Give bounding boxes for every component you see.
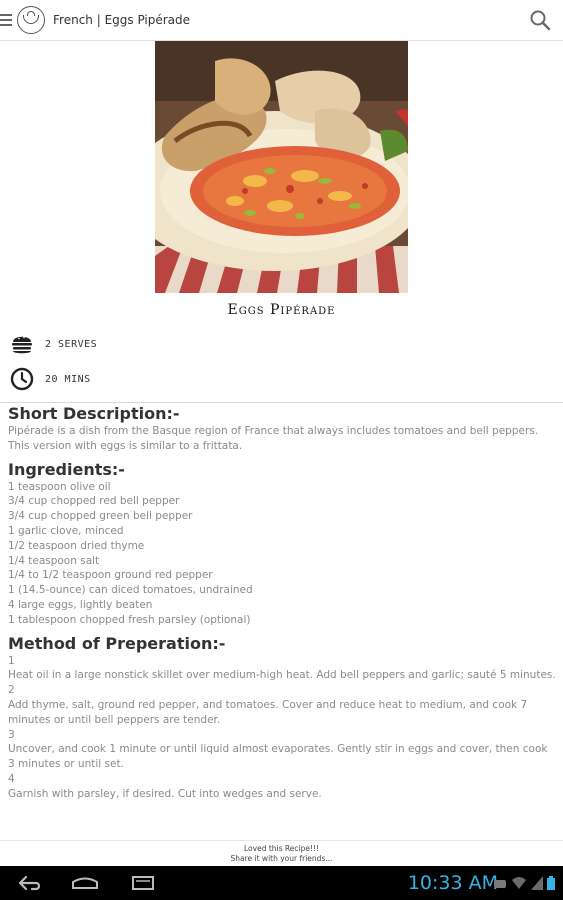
list-item: 3/4 cup chopped green bell pepper	[8, 510, 193, 523]
battery-icon	[547, 876, 555, 890]
burger-icon	[12, 336, 32, 354]
app-bar: French | Eggs Pipérade	[0, 0, 563, 41]
recipe-image	[155, 41, 408, 293]
list-item: 1/4 teaspoon salt	[8, 554, 100, 567]
method-heading: Method of Preperation:-	[8, 633, 226, 653]
method-section: Method of Preperation:- 1 Heat oil in a …	[8, 634, 556, 802]
step-text: Garnish with parsley, if desired. Cut in…	[8, 787, 322, 800]
status-icons	[493, 876, 555, 890]
ingredients-section: Ingredients:- 1 teaspoon olive oil 3/4 c…	[8, 460, 556, 628]
page-title: French | Eggs Pipérade	[53, 13, 191, 27]
serves-row: 2 SERVES	[10, 332, 97, 356]
app-logo-icon[interactable]	[17, 6, 45, 34]
share-line-2: Share it with your friends...	[230, 854, 333, 863]
time-row: 20 MINS	[10, 367, 91, 391]
serves-text: 2 SERVES	[45, 338, 98, 350]
list-item: 1 teaspoon olive oil	[8, 480, 111, 493]
divider	[0, 402, 563, 403]
step-number: 4	[8, 772, 15, 785]
step-text: Uncover, and cook 1 minute or until liqu…	[8, 743, 548, 771]
step-text: Heat oil in a large nonstick skillet ove…	[8, 669, 556, 682]
list-item: 1 tablespoon chopped fresh parsley (opti…	[8, 613, 251, 626]
list-item: 1 garlic clove, minced	[8, 524, 124, 537]
time-text: 20 MINS	[45, 373, 91, 385]
clock-icon	[10, 367, 34, 391]
menu-icon[interactable]	[0, 12, 12, 28]
step-number: 1	[8, 654, 15, 667]
recent-apps-icon[interactable]	[128, 873, 158, 893]
home-icon[interactable]	[70, 873, 100, 893]
signal-icon	[531, 876, 543, 890]
back-icon[interactable]	[14, 873, 44, 893]
description-text: Pipérade is a dish from the Basque regio…	[8, 425, 539, 452]
list-item: 4 large eggs, lightly beaten	[8, 598, 153, 611]
list-item: 1/4 to 1/2 teaspoon ground red pepper	[8, 569, 213, 582]
recipe-content: Short Description:- Pipérade is a dish f…	[8, 404, 556, 808]
share-line-1: Loved this Recipe!!!	[244, 844, 319, 853]
list-item: 3/4 cup chopped red bell pepper	[8, 495, 180, 508]
description-section: Short Description:- Pipérade is a dish f…	[8, 404, 556, 454]
description-heading: Short Description:-	[8, 404, 180, 423]
ingredients-list: 1 teaspoon olive oil 3/4 cup chopped red…	[8, 480, 556, 628]
share-banner[interactable]: Loved this Recipe!!! Share it with your …	[0, 840, 563, 867]
step-number: 3	[8, 728, 15, 741]
step-number: 2	[8, 684, 15, 697]
search-icon[interactable]	[529, 9, 551, 31]
list-item: 1/2 teaspoon dried thyme	[8, 539, 145, 552]
ingredients-heading: Ingredients:-	[8, 459, 125, 479]
recipe-title: Eggs Pipérade	[227, 302, 336, 318]
system-clock: 10:33 AM	[407, 872, 498, 894]
list-item: 1 (14.5-ounce) can diced tomatoes, undra…	[8, 584, 253, 597]
android-icon	[494, 880, 506, 888]
wifi-icon	[512, 877, 526, 889]
system-nav-bar: 10:33 AM	[0, 866, 563, 900]
step-text: Add thyme, salt, ground red pepper, and …	[8, 698, 528, 726]
